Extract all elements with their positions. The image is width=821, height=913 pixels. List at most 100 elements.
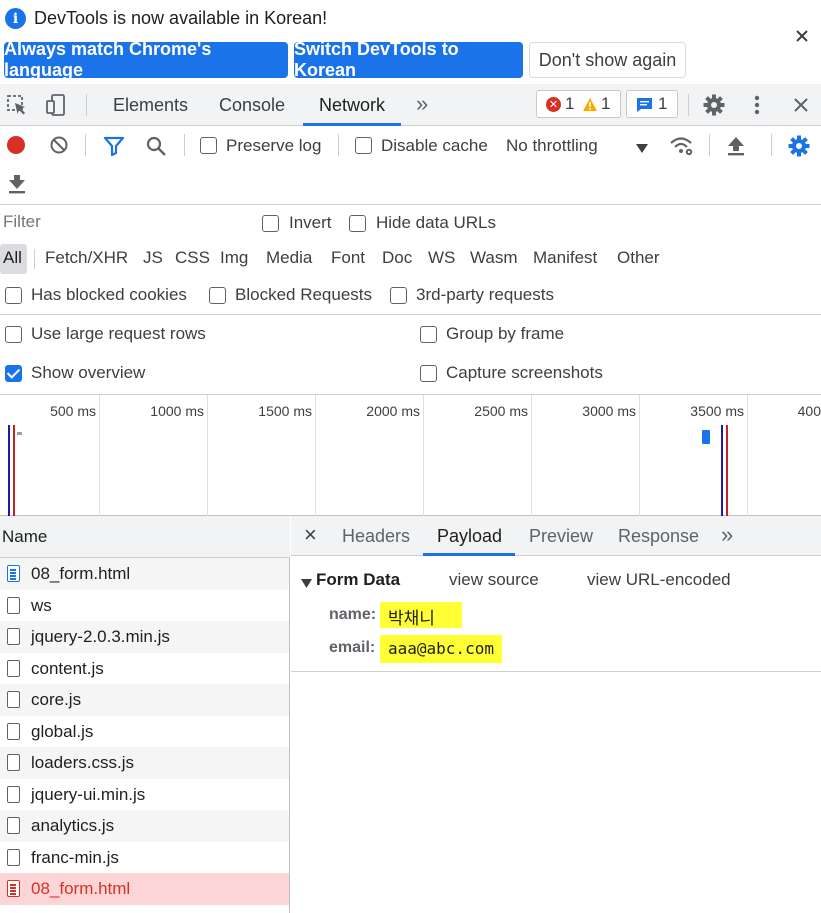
close-detail-icon[interactable]: × [304,522,317,548]
blocked-requests-checkbox[interactable] [209,287,226,304]
info-icon: i [5,8,26,29]
search-icon[interactable] [144,134,168,158]
table-row[interactable]: franc-min.js [0,842,289,874]
request-name: global.js [31,721,94,741]
preserve-log-label: Preserve log [226,136,322,155]
request-name: core.js [31,690,82,709]
filter-funnel-icon[interactable] [102,134,126,158]
tab-network[interactable]: Network [319,95,385,116]
table-row[interactable]: loaders.css.js [0,747,289,779]
third-party-requests-checkbox[interactable] [390,287,407,304]
tick-label: 500 ms [50,403,96,419]
close-icon[interactable] [792,26,812,46]
issues-counter[interactable]: ✕ 1 1 [536,90,621,118]
collapse-triangle-icon[interactable] [301,575,312,593]
type-filter-doc[interactable]: Doc [382,248,412,268]
has-blocked-cookies-checkbox[interactable] [5,287,22,304]
inspect-element-icon[interactable] [5,93,29,117]
hide-data-urls-checkbox[interactable] [349,215,366,232]
separator [86,94,87,116]
hide-data-urls-label: Hide data URLs [376,213,497,232]
network-overview-timeline[interactable]: 500 ms 1000 ms 1500 ms 2000 ms 2500 ms 3… [0,394,821,516]
capture-screenshots-checkbox[interactable] [420,365,437,382]
more-tabs-chevron-icon[interactable]: » [416,91,428,117]
invert-label: Invert [289,213,332,232]
switch-to-korean-button[interactable]: Switch DevTools to Korean [294,39,523,80]
export-har-download-icon[interactable] [5,172,29,196]
request-name: loaders.css.js [31,753,134,772]
view-url-encoded-link[interactable]: view URL-encoded [587,570,731,590]
type-filter-img[interactable]: Img [220,248,248,268]
table-row[interactable]: jquery-2.0.3.min.js [0,621,289,653]
grid-line [315,395,316,516]
table-row[interactable]: analytics.js [0,810,289,842]
tab-payload[interactable]: Payload [437,526,502,547]
disable-cache-checkbox[interactable] [355,137,372,154]
separator [85,134,86,156]
separator [34,249,35,269]
messages-counter[interactable]: 1 [626,90,678,118]
table-row[interactable]: 08_form.html [0,558,289,590]
request-name: analytics.js [31,816,115,835]
type-filter-media[interactable]: Media [266,248,312,268]
throttling-select[interactable]: No throttling [506,136,598,156]
record-icon[interactable] [5,134,27,156]
type-filter-other[interactable]: Other [617,248,660,268]
import-har-upload-icon[interactable] [724,134,748,158]
filter-input[interactable] [0,208,243,236]
type-filter-font[interactable]: Font [331,248,365,268]
table-row[interactable]: ws [0,590,289,622]
tab-headers[interactable]: Headers [342,526,410,547]
device-toolbar-icon[interactable] [43,93,69,117]
chevron-down-icon[interactable] [636,140,648,158]
tab-preview[interactable]: Preview [529,526,593,547]
dont-show-again-button[interactable]: Don't show again [529,42,686,78]
type-filter-wasm[interactable]: Wasm [470,248,518,268]
request-name: franc-min.js [31,847,119,867]
form-data-title: Form Data [316,570,401,589]
show-overview-checkbox[interactable] [5,365,22,382]
tick-label: 2500 ms [474,403,528,419]
invert-checkbox[interactable] [262,215,279,232]
tab-response[interactable]: Response [618,526,699,547]
tab-console[interactable]: Console [219,95,285,116]
request-detail-panel: × Headers Payload Preview Response » For… [291,516,821,913]
type-filter-manifest[interactable]: Manifest [533,248,597,268]
message-count: 1 [658,94,668,113]
table-row[interactable]: global.js [0,716,289,748]
group-by-frame-checkbox[interactable] [420,326,437,343]
more-options-kebab-icon[interactable] [748,92,766,118]
always-match-language-button[interactable]: Always match Chrome's language [4,39,288,80]
table-row[interactable]: jquery-ui.min.js [0,779,289,811]
type-filter-fetch-xhr[interactable]: Fetch/XHR [45,248,128,268]
type-filter-css[interactable]: CSS [175,248,210,268]
name-column-header[interactable]: Name [0,516,290,558]
table-row[interactable]: content.js [0,653,289,685]
type-filter-ws[interactable]: WS [428,248,455,268]
tab-elements[interactable]: Elements [113,95,188,116]
group-by-frame-label: Group by frame [446,324,565,343]
detail-tabbar: × Headers Payload Preview Response » [291,516,821,556]
more-tabs-chevron-icon[interactable]: » [721,522,733,548]
message-icon [636,97,653,118]
table-row[interactable]: 08_form.html [0,873,289,905]
separator [688,94,689,116]
warning-icon [582,97,598,117]
clear-icon[interactable] [48,134,70,156]
settings-gear-icon[interactable] [701,92,727,118]
close-devtools-icon[interactable] [790,94,812,116]
error-icon: ✕ [546,97,561,112]
type-filter-all[interactable]: All [3,248,22,268]
request-name: jquery-ui.min.js [31,784,146,804]
type-filter-js[interactable]: JS [143,248,163,268]
request-list: Name 08_form.html ws jquery-2.0.3.min.js co… [0,516,290,913]
infobar-message: DevTools is now available in Korean! [34,8,328,28]
use-large-rows-checkbox[interactable] [5,326,22,343]
third-party-requests-label: 3rd-party requests [416,285,554,304]
form-field-key: email: [329,639,376,656]
network-conditions-wifi-icon[interactable] [668,133,696,159]
network-settings-gear-icon[interactable] [786,133,812,159]
table-row[interactable]: core.js [0,684,289,716]
view-source-link[interactable]: view source [449,570,539,590]
preserve-log-checkbox[interactable] [200,137,217,154]
